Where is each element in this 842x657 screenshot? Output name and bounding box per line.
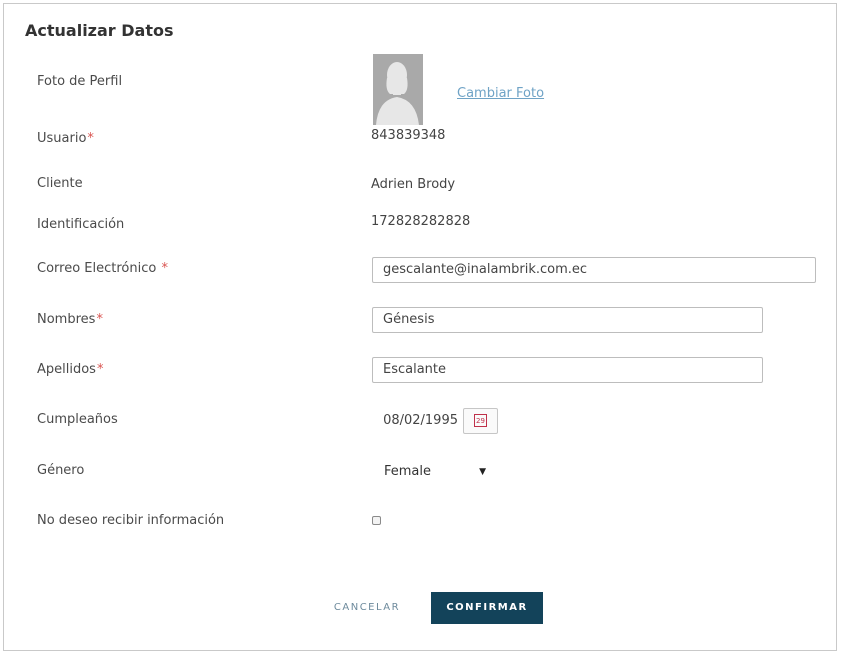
required-mark: * [96,362,104,377]
opt-out-label: No deseo recibir información [37,513,225,528]
user-label: Usuario* [37,131,94,146]
dropdown-arrow-icon: ▼ [479,467,486,477]
gender-selected-value: Female [384,464,432,479]
update-profile-panel: Actualizar Datos Foto de Perfil Cambiar … [3,3,837,651]
identification-label: Identificación [37,217,125,232]
birthday-label: Cumpleaños [37,412,118,427]
last-names-field[interactable]: Escalante [372,357,763,383]
confirm-button[interactable]: CONFIRMAR [431,592,543,624]
user-value: 843839348 [371,128,446,143]
gender-label: Género [37,463,85,478]
gender-select[interactable]: Female ▼ [372,459,492,485]
avatar [373,54,423,125]
required-mark: * [87,131,94,146]
last-names-label-text: Apellidos [37,362,96,377]
email-label: Correo Electrónico * [37,261,168,276]
user-label-text: Usuario [37,131,87,146]
email-field[interactable]: gescalante@inalambrik.com.ec [372,257,816,283]
page-title: Actualizar Datos [25,21,174,40]
required-mark: * [96,312,103,327]
user-silhouette-icon [373,54,423,125]
cancel-button[interactable]: CANCELAR [322,592,412,624]
calendar-icon: 29 [474,414,487,427]
first-names-label-text: Nombres [37,312,96,327]
identification-value: 172828282828 [371,214,471,229]
change-photo-link[interactable]: Cambiar Foto [457,86,544,101]
opt-out-checkbox[interactable] [372,516,381,525]
email-label-text: Correo Electrónico [37,261,157,276]
required-mark: * [161,261,168,276]
client-value: Adrien Brody [371,177,456,192]
first-names-field[interactable]: Génesis [372,307,763,333]
first-names-label: Nombres* [37,312,103,327]
photo-label: Foto de Perfil [37,74,123,89]
last-names-label: Apellidos* [37,362,103,377]
calendar-button[interactable]: 29 [463,408,498,434]
birthday-input[interactable]: 08/02/1995 [372,408,458,434]
client-label: Cliente [37,176,83,191]
